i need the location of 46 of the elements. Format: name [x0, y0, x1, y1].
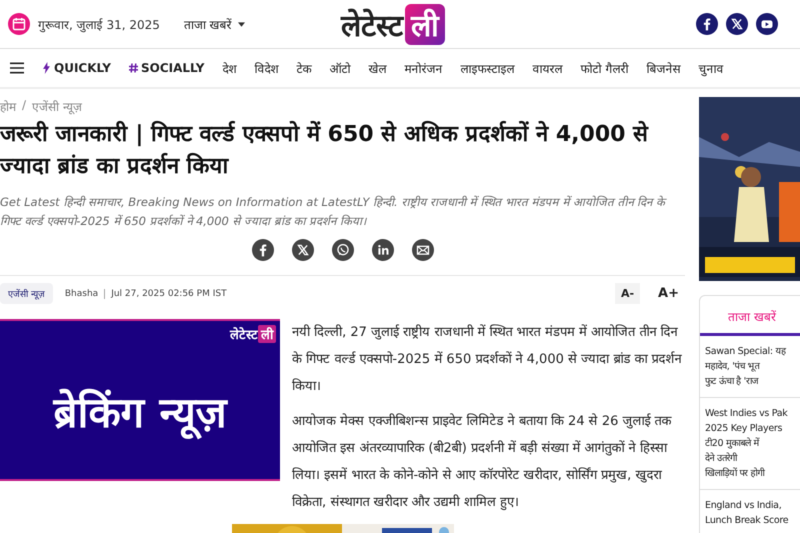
news-link[interactable]: Sawan Special: यह महादेव, 'पंच भूत फुट ऊंचा है 'राज	[700, 336, 800, 398]
article-summary: Get Latest हिन्दी समाचार, Breaking News on Information at LatestLY हिन्दी. राष्ट्रीय राजधानी में स्थित भारत मंडपम में आयोजित तीन दिन के गिफ्ट वर्ल्ड एक्सपो-2025 में 650 प्रदर्शकों ने 4,000 से ज्यादा ब्रांड का प्रदर्शन किया।	[0, 194, 668, 230]
article-paragraph: नयी दिल्ली, 27 जुलाई राष्ट्रीय राजधानी में स्थित भारत मंडपम में आयोजित तीन दिन के गिफ्ट वर्ल्ड एक्सपो-2025 में 650 प्रदर्शकों ने 4,000 से ज्यादा ब्रांड का प्रदर्शन किया।	[292, 323, 683, 396]
calendar-icon	[8, 13, 30, 35]
breadcrumb-link[interactable]: होम	[0, 98, 16, 115]
nav-link[interactable]: चुनाव	[698, 60, 724, 76]
nav-link[interactable]: मनोरंजन	[404, 60, 442, 76]
nav-link[interactable]: बिजनेस	[646, 60, 680, 76]
hashtag-icon	[128, 62, 138, 74]
x-icon[interactable]	[726, 13, 748, 35]
caret-icon	[238, 22, 245, 26]
breadcrumb-link[interactable]: एजेंसी न्यूज़	[32, 98, 82, 115]
nav-link[interactable]: टेक	[296, 60, 312, 76]
youtube-icon[interactable]	[756, 13, 778, 35]
whatsapp-icon[interactable]	[332, 239, 354, 261]
x-share-icon[interactable]	[292, 239, 314, 261]
nav-link[interactable]: QUICKLY	[42, 61, 111, 75]
publish-date: Jul 27, 2025 02:56 PM IST	[111, 288, 227, 298]
nav-link[interactable]: फोटो गैलरी	[580, 60, 628, 76]
email-icon[interactable]	[412, 239, 434, 261]
nav-link[interactable]: खेल	[368, 60, 386, 76]
article-title: जरूरी जानकारी | गिफ्ट वर्ल्ड एक्सपो में 650 से अधिक प्रदर्शकों ने 4,000 से ज्यादा ब्रांड का प्रदर्शन किया	[0, 120, 650, 181]
news-link[interactable]: West Indies vs Pak 2025 Key Players टी20 मुकाबले में देने उतरेगी खिलाड़ियों पर होगी	[700, 398, 800, 490]
date-text: गुरूवार, जुलाई 31, 2025	[38, 16, 160, 32]
banner-headline: ब्रेकिंग न्यूज़	[54, 382, 226, 438]
article-paragraph: आयोजक मेक्स एक्जीबिशन्स प्राइवेट लिमिटेड ने बताया कि 24 से 26 जुलाई तक आयोजित इस अंतरव्यापारिक (बी2बी) प्रदर्शनी में बड़ी संख्या में आगंतुकों ने हिस्सा लिया। इसमें भारत के कोने-कोने से आए कॉरपोरेट खरीदार, सोर्सिंग प्रमुख, खुदरा विक्रेता, संस्थागत खरीदार और उद्यमी शामिल हुए।	[292, 412, 673, 512]
nav-link[interactable]: विदेश	[254, 60, 278, 76]
latest-news-dropdown[interactable]: ताजा खबरें	[184, 16, 245, 32]
breadcrumb-separator: /	[22, 98, 26, 114]
nav-link[interactable]: SOCIALLY	[128, 61, 204, 75]
author-name: Bhasha	[64, 288, 106, 298]
font-size-button[interactable]: A-	[614, 283, 640, 304]
site-logo[interactable]: लेटेस्ट ली	[341, 4, 445, 44]
linkedin-icon[interactable]	[372, 239, 394, 261]
nav-link[interactable]: लाइफस्टाइल	[460, 60, 514, 76]
nav-link[interactable]: वायरल	[532, 60, 562, 76]
panel-tab[interactable]: ताजा खबरें	[700, 296, 800, 336]
news-link[interactable]: England vs India, Lunch Break Score	[700, 490, 800, 533]
nav-link[interactable]: ऑटो	[330, 60, 350, 76]
nav-link[interactable]: देश	[222, 60, 236, 76]
facebook-icon[interactable]	[696, 13, 718, 35]
lightning-icon	[42, 62, 51, 74]
menu-icon[interactable]	[10, 62, 24, 74]
category-tag[interactable]: एजेंसी न्यूज़	[0, 283, 53, 304]
facebook-share-icon[interactable]	[252, 239, 274, 261]
banner-logo: लेटेस्ट ली	[230, 325, 276, 343]
